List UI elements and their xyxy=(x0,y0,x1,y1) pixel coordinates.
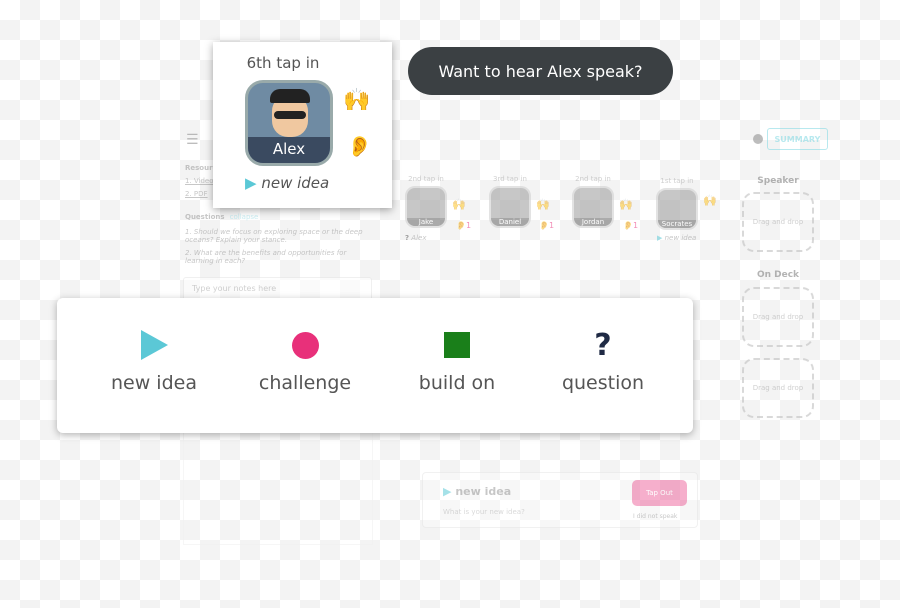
ear-count: 👂1 xyxy=(456,221,472,230)
legend-label: challenge xyxy=(258,372,352,394)
tap-label: 6th tap in xyxy=(246,54,320,72)
question-text: 2. What are the benefits and opportuniti… xyxy=(185,249,347,265)
tap-label: 1st tap in xyxy=(660,177,694,185)
participant-name: Jake xyxy=(407,218,445,226)
ear-count: 👂1 xyxy=(539,221,555,230)
participant-card[interactable]: 2nd tap in Jake xyxy=(397,175,455,228)
clap-icon: 🙌 xyxy=(452,198,466,211)
legend-label: build on xyxy=(418,372,496,394)
avatar: Jordan xyxy=(572,186,614,228)
circle-icon xyxy=(291,331,319,359)
contribution-legend: new idea challenge build on ? question xyxy=(57,298,693,433)
play-triangle-icon xyxy=(140,330,168,360)
participant-card[interactable]: 1st tap in Socrates xyxy=(648,177,706,230)
ear-icon[interactable]: 👂 xyxy=(347,134,372,158)
legend-label: new idea xyxy=(111,372,197,394)
tap-out-button[interactable]: Tap Out xyxy=(632,480,687,506)
questions-label: Questions xyxy=(185,213,225,221)
avatar: Jake xyxy=(405,186,447,228)
info-icon[interactable] xyxy=(753,134,763,144)
participant-name: Socrates xyxy=(658,220,696,228)
sunglasses-graphic xyxy=(274,111,306,119)
contribution-label: ▶ new idea xyxy=(245,174,330,192)
legend-item-new-idea[interactable]: new idea xyxy=(79,328,229,394)
contribution-composer: ▶ new idea What is your new idea? Tap Ou… xyxy=(422,472,698,528)
ear-count: 👂1 xyxy=(623,221,639,230)
participant-name: Alex xyxy=(248,137,330,163)
clap-icon: 🙌 xyxy=(343,88,371,113)
clap-icon: 🙌 xyxy=(619,198,633,211)
on-deck-drop-zone[interactable]: Drag and drop xyxy=(742,287,814,347)
question-mark-icon: ? xyxy=(594,327,612,363)
did-not-speak-button[interactable]: I did not speak xyxy=(633,513,677,520)
legend-item-build-on[interactable]: build on xyxy=(382,328,532,394)
speaker-drop-zone[interactable]: Drag and drop xyxy=(742,192,814,252)
participant-card[interactable]: 2nd tap in Jordan xyxy=(564,175,622,228)
on-deck-drop-zone[interactable]: Drag and drop xyxy=(742,358,814,418)
play-triangle-icon: ▶ xyxy=(443,485,452,498)
hair-graphic xyxy=(270,89,310,103)
square-icon xyxy=(444,332,470,358)
speaker-label: Speaker xyxy=(757,176,799,186)
avatar: Socrates xyxy=(656,188,698,230)
play-triangle-icon: ▶ xyxy=(245,174,257,192)
composer-title: ▶ new idea xyxy=(443,485,512,498)
speak-prompt-bubble: Want to hear Alex speak? xyxy=(408,47,673,95)
tap-label: 2nd tap in xyxy=(408,175,444,183)
avatar: Alex xyxy=(245,80,333,166)
participant-name: Jordan xyxy=(574,218,612,226)
legend-item-challenge[interactable]: challenge xyxy=(230,328,380,394)
question-text: 1. Should we focus on exploring space or… xyxy=(185,228,363,244)
participant-name: Daniel xyxy=(491,218,529,226)
back-menu-icon[interactable]: ☰ xyxy=(186,132,199,148)
legend-item-question[interactable]: ? question xyxy=(528,327,678,395)
collapse-link[interactable]: collapse xyxy=(230,213,259,221)
tap-label: 2nd tap in xyxy=(575,175,611,183)
legend-label: question xyxy=(561,372,645,394)
clap-icon: 🙌 xyxy=(703,194,717,207)
participant-card[interactable]: 3rd tap in Daniel xyxy=(481,175,539,228)
summary-button[interactable]: SUMMARY xyxy=(767,128,828,150)
idea-note: ▶ new idea xyxy=(657,234,697,242)
clap-icon: 🙌 xyxy=(536,198,550,211)
composer-input[interactable]: What is your new idea? xyxy=(443,508,525,516)
tap-in-popup: 6th tap in Alex 🙌 👂 ▶ new idea xyxy=(213,42,392,208)
avatar: Daniel xyxy=(489,186,531,228)
question-note: ? Alex xyxy=(405,234,427,242)
on-deck-label: On Deck xyxy=(756,270,800,280)
tap-label: 3rd tap in xyxy=(493,175,527,183)
